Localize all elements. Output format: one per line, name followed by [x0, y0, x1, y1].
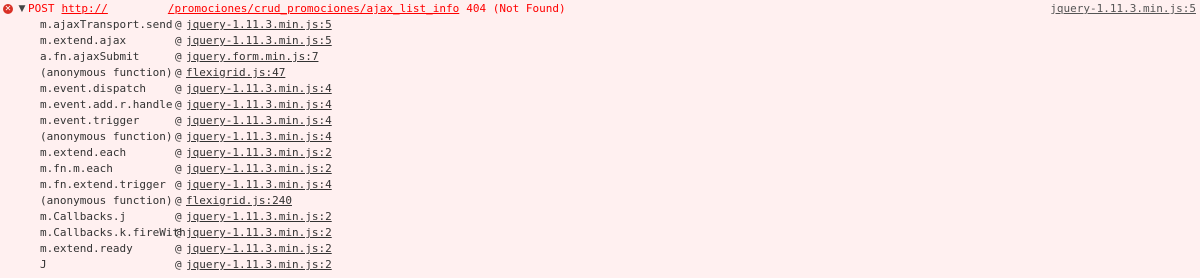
function-name: (anonymous function)	[40, 66, 173, 79]
url-redacted-gap	[108, 1, 168, 17]
triangle-down-icon[interactable]: ▼	[17, 1, 27, 17]
error-circle-x-icon: ✕	[3, 4, 13, 14]
function-name: m.extend.ready	[40, 242, 133, 255]
at-symbol: @	[175, 34, 182, 47]
stack-frame: m.event.dispatch @ jquery-1.11.3.min.js:4	[0, 81, 1200, 97]
function-name: m.Callbacks.j	[40, 210, 127, 223]
stack-frame: m.Callbacks.k.fireWith @ jquery-1.11.3.min…	[0, 225, 1200, 241]
source-link[interactable]: jquery-1.11.3.min.js:5	[1050, 1, 1196, 17]
stack-frame: m.extend.ready @ jquery-1.11.3.min.js:2	[0, 241, 1200, 257]
error-text: POST http:// /promociones/crud_promocion…	[28, 1, 566, 17]
at-symbol: @	[175, 178, 182, 191]
source-location-link[interactable]: jquery-1.11.3.min.js:5	[186, 17, 332, 33]
url-prefix[interactable]: http://	[62, 1, 108, 17]
at-symbol: @	[175, 226, 182, 239]
source-location-link[interactable]: jquery.form.min.js:7	[186, 49, 318, 65]
source-location-link[interactable]: jquery-1.11.3.min.js:4	[186, 97, 332, 113]
at-symbol: @	[175, 146, 182, 159]
at-symbol: @	[175, 194, 182, 207]
stack-frame: (anonymous function) @ flexigrid.js:240	[0, 193, 1200, 209]
stack-frame: m.fn.m.each @ jquery-1.11.3.min.js:2	[0, 161, 1200, 177]
function-name: m.fn.extend.trigger	[40, 178, 166, 191]
source-location-link[interactable]: jquery-1.11.3.min.js:4	[186, 177, 332, 193]
source-location-link[interactable]: jquery-1.11.3.min.js:2	[186, 209, 332, 225]
stack-frame: a.fn.ajaxSubmit @ jquery.form.min.js:7	[0, 49, 1200, 65]
at-symbol: @	[175, 66, 182, 79]
at-symbol: @	[175, 258, 182, 271]
function-name: m.Callbacks.k.fireWith	[40, 226, 186, 239]
stack-frame: m.extend.each @ jquery-1.11.3.min.js:2	[0, 145, 1200, 161]
url-path[interactable]: /promociones/crud_promociones/ajax_list_…	[168, 1, 459, 17]
stack-frame: (anonymous function) @ flexigrid.js:47	[0, 65, 1200, 81]
function-name: m.event.add.r.handle	[40, 98, 173, 111]
function-name: m.event.trigger	[40, 114, 140, 127]
source-location-link[interactable]: jquery-1.11.3.min.js:4	[186, 81, 332, 97]
function-name: a.fn.ajaxSubmit	[40, 50, 140, 63]
source-location-link[interactable]: jquery-1.11.3.min.js:2	[186, 225, 332, 241]
at-symbol: @	[175, 98, 182, 111]
source-location-link[interactable]: jquery-1.11.3.min.js:2	[186, 241, 332, 257]
function-name: J	[40, 258, 47, 271]
stack-frame: (anonymous function) @ jquery-1.11.3.min.j…	[0, 129, 1200, 145]
console-panel: ✕ ▼ POST http:// /promociones/crud_promo…	[0, 0, 1200, 278]
function-name: m.extend.ajax	[40, 34, 127, 47]
source-location-link[interactable]: flexigrid.js:47	[186, 65, 285, 81]
function-name: m.extend.each	[40, 146, 127, 159]
at-symbol: @	[175, 114, 182, 127]
at-symbol: @	[175, 82, 182, 95]
stack-frame: m.fn.extend.trigger @ jquery-1.11.3.min.js…	[0, 177, 1200, 193]
at-symbol: @	[175, 18, 182, 31]
function-name: m.event.dispatch	[40, 82, 146, 95]
http-method: POST	[28, 2, 55, 15]
function-name: (anonymous function)	[40, 194, 173, 207]
at-symbol: @	[175, 210, 182, 223]
function-name: m.fn.m.each	[40, 162, 113, 175]
at-symbol: @	[175, 50, 182, 63]
stack-trace: m.ajaxTransport.send @ jquery-1.11.3.min.j…	[0, 17, 1200, 273]
request-url[interactable]: http:// /promociones/crud_promociones/aj…	[62, 1, 460, 17]
source-location-link[interactable]: jquery-1.11.3.min.js:4	[186, 129, 332, 145]
at-symbol: @	[175, 242, 182, 255]
source-location-link[interactable]: jquery-1.11.3.min.js:2	[186, 161, 332, 177]
stack-frame: m.Callbacks.j @ jquery-1.11.3.min.js:2	[0, 209, 1200, 225]
source-location-link[interactable]: jquery-1.11.3.min.js:2	[186, 257, 332, 273]
source-location-link[interactable]: jquery-1.11.3.min.js:5	[186, 33, 332, 49]
source-location-link[interactable]: jquery-1.11.3.min.js:4	[186, 113, 332, 129]
stack-frame: m.event.trigger @ jquery-1.11.3.min.js:4	[0, 113, 1200, 129]
stack-frame: J @ jquery-1.11.3.min.js:2	[0, 257, 1200, 273]
stack-frame: m.extend.ajax @ jquery-1.11.3.min.js:5	[0, 33, 1200, 49]
function-name: (anonymous function)	[40, 130, 173, 143]
function-name: m.ajaxTransport.send	[40, 18, 173, 31]
at-symbol: @	[175, 130, 182, 143]
stack-frame: m.ajaxTransport.send @ jquery-1.11.3.min.j…	[0, 17, 1200, 33]
status-text: 404 (Not Found)	[466, 2, 566, 15]
stack-frame: m.event.add.r.handle @ jquery-1.11.3.min.j…	[0, 97, 1200, 113]
source-location-link[interactable]: flexigrid.js:240	[186, 193, 292, 209]
error-message: ✕ ▼ POST http:// /promociones/crud_promo…	[0, 1, 1200, 17]
source-location-link[interactable]: jquery-1.11.3.min.js:2	[186, 145, 332, 161]
at-symbol: @	[175, 162, 182, 175]
